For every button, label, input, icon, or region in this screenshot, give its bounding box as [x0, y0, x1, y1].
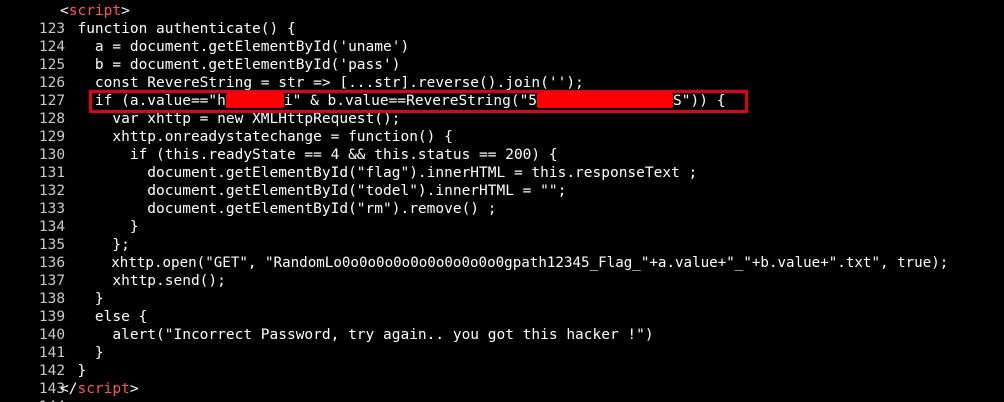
- code-text: };: [60, 237, 130, 253]
- code-line-140: 140 else {: [0, 308, 147, 343]
- code-line-144: 144 </script>: [0, 380, 139, 402]
- code-text: xhttp.onreadystatechange = function() {: [60, 129, 453, 145]
- code-text: }: [60, 363, 87, 379]
- code-line-131: 131 if (this.readyState == 4 && this.sta…: [0, 146, 558, 181]
- code-line-124: 124 function authenticate() {: [0, 20, 296, 55]
- code-text-part: S")) {: [673, 93, 726, 109]
- code-text: document.getElementById("rm").remove() ;: [60, 201, 497, 217]
- code-text: alert("Incorrect Password, try again.. y…: [60, 327, 654, 343]
- code-text-part: i" & b.value==RevereString("5: [283, 93, 538, 109]
- code-line-134: 134 document.getElementById("rm").remove…: [0, 200, 497, 235]
- tag-open-bracket: <: [60, 3, 69, 19]
- username-redaction: [225, 93, 284, 108]
- code-line-127: 127 const RevereString = str => [...str]…: [0, 74, 584, 109]
- code-line-126: 126 b = document.getElementById('pass'): [0, 56, 401, 91]
- code-text: function authenticate() {: [60, 21, 296, 37]
- code-line-132: 132 document.getElementById("flag").inne…: [0, 164, 697, 199]
- code-text: b = document.getElementById('pass'): [60, 57, 401, 73]
- code-text: document.getElementById("flag").innerHTM…: [60, 165, 698, 181]
- password-redaction: [537, 93, 674, 108]
- tag-close-bracket: >: [121, 3, 130, 19]
- tag-close-bracket: >: [129, 381, 139, 397]
- code-text-part: if (a.value=="h: [60, 93, 226, 109]
- code-line-142: 142 }: [0, 344, 104, 379]
- code-line-128: 128 if (a.value=="h i" & b.value==RevereS…: [0, 92, 725, 127]
- code-line-123: 123 <script>: [0, 2, 130, 37]
- code-text: document.getElementById("todel").innerHT…: [60, 183, 567, 199]
- script-tag-name: script: [77, 381, 130, 397]
- code-line-141: 141 alert("Incorrect Password, try again…: [0, 326, 654, 361]
- tag-open-bracket: </: [60, 381, 78, 397]
- code-text: var xhttp = new XMLHttpRequest();: [60, 111, 401, 127]
- code-line-139: 139 }: [0, 290, 104, 325]
- source-code-viewer: 123 <script> 124 function authenticate()…: [0, 0, 1004, 402]
- line-number: 144: [35, 398, 73, 402]
- script-tag-name: script: [68, 3, 122, 19]
- code-text: const RevereString = str => [...str].rev…: [60, 75, 584, 91]
- code-line-130: 130 xhttp.onreadystatechange = function(…: [0, 128, 453, 163]
- code-line-135: 135 }: [0, 218, 139, 253]
- code-text: xhttp.send();: [60, 273, 226, 289]
- code-text: if (this.readyState == 4 && this.status …: [60, 147, 558, 163]
- code-text: }: [60, 219, 139, 235]
- code-line-133: 133 document.getElementById("todel").inn…: [0, 182, 566, 217]
- code-line-137: 137 xhttp.open("GET", "RandomLo0o0o0o0o0…: [0, 254, 948, 289]
- code-line-125: 125 a = document.getElementById('uname'): [0, 38, 409, 73]
- code-text: }: [60, 345, 104, 361]
- code-text: else {: [60, 309, 148, 325]
- code-line-138: 138 xhttp.send();: [0, 272, 226, 307]
- code-line-136: 136 };: [0, 236, 130, 271]
- code-line-129: 129 var xhttp = new XMLHttpRequest();: [0, 110, 401, 145]
- code-text: xhttp.open("GET", "RandomLo0o0o0o0o0o0o0…: [60, 255, 949, 271]
- code-text: a = document.getElementById('uname'): [60, 39, 410, 55]
- code-text: }: [60, 291, 104, 307]
- code-line-143: 143 }: [0, 362, 86, 397]
